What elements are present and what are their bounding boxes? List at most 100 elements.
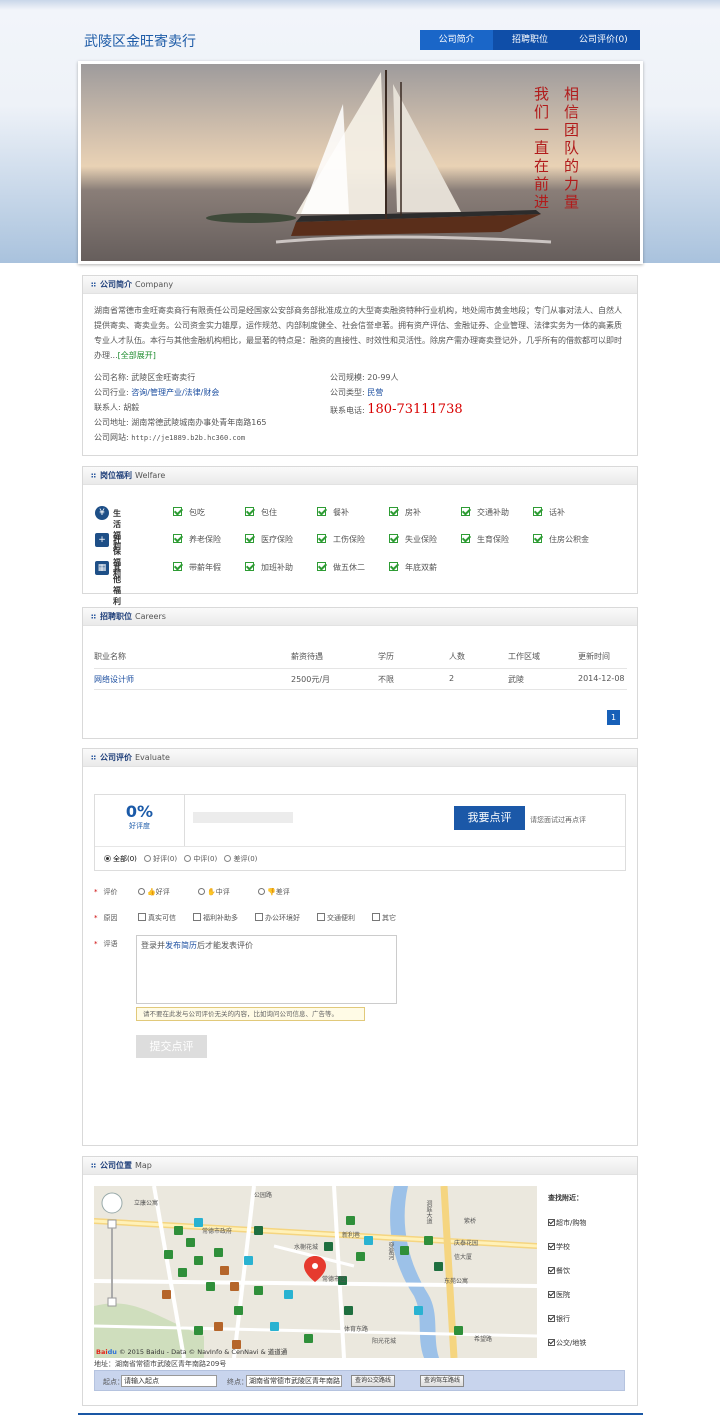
check-icon [461,507,470,516]
evaluate-panel: 公司评价 Evaluate 0% 好评度 我要点评 请您面试过再点评 全部(0) 好… [82,748,638,1146]
welfare-item: 工伤保险 [317,534,365,545]
company-name-row: 公司名称: 武陵区金旺寄卖行 [94,373,196,382]
welfare-item: 房补 [389,507,421,518]
bus-route-button[interactable]: 查询公交路线 [351,1375,396,1387]
table-divider [94,689,627,690]
banner-image: 相信团队的力量 我们一直在前进 [81,64,640,261]
check-icon [317,507,326,516]
check-icon [389,507,398,516]
medical-kit-icon: + [95,533,109,547]
reason-checkbox[interactable]: 交通便利 [317,913,355,923]
company-name: 武陵区金旺寄卖行 [84,34,196,50]
scale-row: 公司规模: 20-99人 [330,373,399,382]
drive-route-button[interactable]: 查询驾车路线 [420,1375,465,1387]
welfare-item: 话补 [533,507,565,518]
nearby-bank[interactable]: 银行 [548,1314,570,1324]
column-header: 人数 [449,652,465,661]
rating-neutral[interactable]: ✋中评 [198,887,230,897]
filter-neutral[interactable]: 中评(0) [184,855,217,863]
tab-company-intro[interactable]: 公司简介 [420,30,494,50]
phone-row: 联系电话: 180-73111738 [330,402,463,417]
company-industry-row: 公司行业: 咨询/管理产业/法律/财会 [94,388,220,397]
rating-positive[interactable]: 👍好评 [138,887,170,897]
welfare-item: 养老保险 [173,534,221,545]
filter-negative[interactable]: 差评(0) [224,855,257,863]
positive-rate: 0% 好评度 [95,795,185,846]
welfare-item: 包住 [245,507,277,518]
nearby-transit[interactable]: 公交/地铁 [548,1338,586,1348]
map-view[interactable]: 常德市政府 常德市区 新利巷 体育东路 阳光花城 东苑公寓 希望路 洞庭大道 穿… [94,1186,537,1358]
reason-checkbox[interactable]: 其它 [372,913,396,923]
column-header: 薪资待遇 [291,652,323,661]
reason-checkbox[interactable]: 真实可信 [138,913,176,923]
comment-textarea[interactable]: 登录并发布简历后才能发表评价 [136,935,397,1004]
panel-header: 岗位福利 Welfare [83,467,637,485]
tab-evaluations[interactable]: 公司评价(0) [567,30,640,50]
grid-dots-icon [91,473,96,478]
route-end-input[interactable]: 湖南省常德市武陵区青年南路 [246,1375,342,1387]
check-icon [173,534,182,543]
footer-line [78,1413,643,1415]
panel-header: 公司评价 Evaluate [83,749,637,767]
check-icon [389,562,398,571]
pagination-page-1[interactable]: 1 [607,710,620,725]
table-row: 网络设计师 2500元/月 不限 2 武陵 2014-12-08 [94,674,625,685]
filter-positive[interactable]: 好评(0) [144,855,177,863]
check-icon [245,507,254,516]
company-description: 湖南省常德市金旺寄卖商行有限责任公司是经国家公安部商务部批准成立的大型寄卖融资特… [94,306,622,360]
review-filters: 全部(0) 好评(0) 中评(0) 差评(0) [95,846,625,871]
welfare-item: 包吃 [173,507,205,518]
welfare-panel: 岗位福利 Welfare ¥ 生活福利 包吃 包住 餐补 房补 交通补助 话补 +… [82,466,638,606]
grid-dots-icon [91,755,96,760]
welfare-item: 带薪年假 [173,562,221,573]
reason-checkbox[interactable]: 办公环境好 [255,913,300,923]
rating-negative[interactable]: 👎差评 [258,887,290,897]
nearby-dining[interactable]: 餐饮 [548,1266,570,1276]
yen-icon: ¥ [95,506,109,520]
route-start-input[interactable]: 请输入起点 [121,1375,217,1387]
map-labels: 常德市政府 常德市区 新利巷 体育东路 阳光花城 东苑公寓 希望路 洞庭大道 穿… [134,1192,493,1345]
map-panel: 公司位置 Map 常德市政府 常德市区 新利巷 体育东路 阳光花城 东苑公寓 希… [82,1156,638,1406]
grid-dots-icon [91,282,96,287]
comment-notice: 请不要在此发与公司评价无关的内容，比如询问公司信息、广告等。 [136,1007,365,1021]
check-icon [173,562,182,571]
column-header: 工作区域 [508,652,540,661]
check-icon [533,534,542,543]
column-header: 学历 [378,652,394,661]
check-icon [389,534,398,543]
reason-checkbox[interactable]: 福利补助多 [193,913,238,923]
nearby-school[interactable]: 学校 [548,1242,570,1252]
check-icon [173,507,182,516]
submit-review-button[interactable]: 提交点评 [136,1035,207,1058]
type-row: 公司类型: 民营 [330,388,384,397]
check-icon [461,534,470,543]
industry-link[interactable]: 咨询/管理产业/法律/财会 [131,388,219,397]
tab-careers[interactable]: 招聘职位 [493,30,566,50]
job-title-link[interactable]: 网络设计师 [94,674,134,685]
post-resume-link[interactable]: 发布简历 [165,941,197,950]
nearby-hospital[interactable]: 医院 [548,1290,570,1300]
website-row: 公司网站: http://je1889.b2b.hc360.com [94,433,246,442]
check-icon [317,534,326,543]
rating-summary: 0% 好评度 我要点评 请您面试过再点评 全部(0) 好评(0) 中评(0) 差评… [94,794,626,871]
nearby-shopping[interactable]: 超市/购物 [548,1218,586,1228]
welfare-item: 年底双薪 [389,562,437,573]
grid-dots-icon [91,614,96,619]
welfare-item: 餐补 [317,507,349,518]
write-review-button[interactable]: 我要点评 [454,806,525,830]
comment-label: * 评语 [94,940,118,948]
column-header: 职业名称 [94,652,126,661]
column-header: 更新时间 [578,652,610,661]
filter-all[interactable]: 全部(0) [104,855,137,863]
company-intro-panel: 公司简介 Company 湖南省常德市金旺寄卖商行有限责任公司是经国家公安部商务部… [82,275,638,456]
expand-all-link[interactable]: [全部展开] [118,351,156,360]
welfare-item: 住房公积金 [533,534,589,545]
grid-dots-icon [91,1163,96,1168]
map-address: 地址：湖南省常德市武陵区青年南路209号 [94,1360,227,1368]
map-copyright: Baidu © 2015 Baidu - Data © NavInfo & Ce… [96,1348,288,1356]
panel-header: 招聘职位 Careers [83,608,637,626]
rating-row: * 评价 👍好评 ✋中评 👎差评 [94,887,290,897]
calendar-icon: ▦ [95,561,109,575]
panel-header: 公司位置 Map [83,1157,637,1175]
panel-header: 公司简介 Company [83,276,637,294]
